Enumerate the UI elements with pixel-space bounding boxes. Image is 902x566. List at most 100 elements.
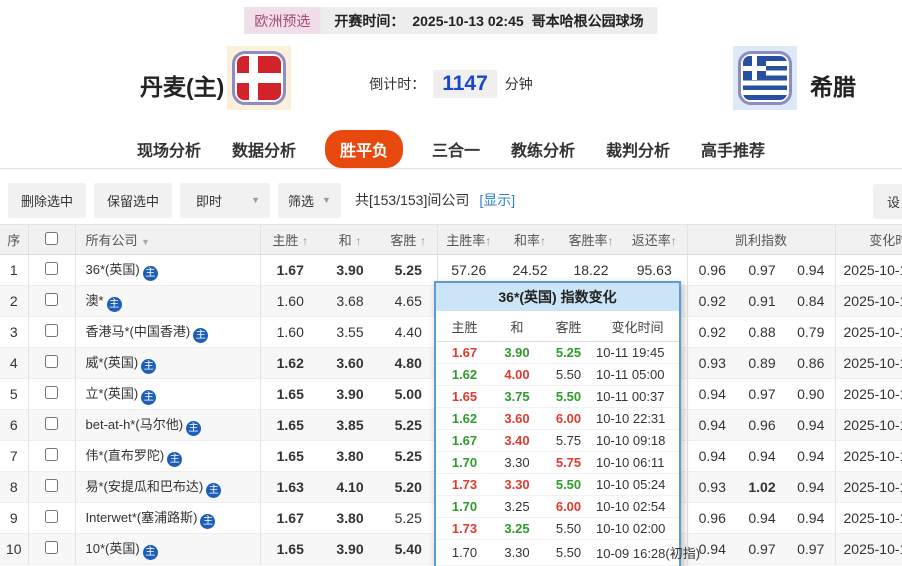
- popup-row: 1.70 3.30 5.50 10-09 16:28(初指): [436, 539, 700, 566]
- popup-row: 1.65 3.75 5.50 10-11 00:37: [436, 385, 679, 408]
- row-seq: 6: [0, 409, 29, 441]
- home-badge-icon: 主: [141, 359, 157, 374]
- header-draw[interactable]: 和 ↑: [320, 224, 380, 255]
- tab-6[interactable]: 高手推荐: [699, 130, 767, 168]
- show-link[interactable]: [显示]: [479, 190, 515, 210]
- tab-2-active[interactable]: 胜平负: [324, 129, 403, 168]
- odds-home: 1.67: [260, 502, 320, 534]
- odds-home: 1.60: [260, 316, 320, 348]
- company-name[interactable]: 伟*(直布罗陀) 主: [75, 440, 261, 472]
- header-company[interactable]: 所有公司 ▼: [75, 224, 261, 255]
- countdown-label: 倒计时：: [369, 76, 426, 92]
- change-date: 2025-10-11: [835, 254, 902, 286]
- company-name[interactable]: 36*(英国) 主: [75, 254, 261, 286]
- tab-1[interactable]: 数据分析: [230, 130, 298, 168]
- odds-home: 1.67: [260, 254, 320, 286]
- header-return-rate[interactable]: 返还率↑: [622, 224, 688, 255]
- filter-dropdown[interactable]: 筛选 ▼: [278, 182, 341, 218]
- row-checkbox[interactable]: [45, 355, 58, 368]
- league-badge: 欧洲预选: [244, 7, 321, 34]
- row-checkbox-cell: [28, 254, 76, 286]
- home-team-name: 丹麦(主): [140, 74, 225, 100]
- row-checkbox[interactable]: [45, 262, 58, 275]
- kelly-3: 0.86: [787, 347, 836, 379]
- company-name[interactable]: 澳* 主: [75, 285, 261, 317]
- header-home-rate[interactable]: 主胜率↑: [437, 224, 500, 255]
- tab-0[interactable]: 现场分析: [135, 130, 203, 168]
- row-checkbox[interactable]: [45, 293, 58, 306]
- company-name[interactable]: 立*(英国) 主: [75, 378, 261, 410]
- select-all-checkbox[interactable]: [45, 231, 58, 245]
- kelly-3: 0.90: [787, 378, 836, 410]
- kelly-3: 0.94: [787, 471, 836, 503]
- header-home-win[interactable]: 主胜 ↑: [260, 224, 320, 255]
- settings-button[interactable]: 设: [873, 184, 902, 219]
- company-label: 威*(英国): [85, 355, 139, 370]
- change-date: 2025-10-12: [835, 502, 902, 534]
- change-date: 2025-10-12: [835, 471, 902, 503]
- popup-odds-home: 1.65: [436, 385, 493, 408]
- row-checkbox[interactable]: [45, 386, 58, 399]
- company-label: 伟*(直布罗陀): [85, 448, 165, 463]
- row-checkbox[interactable]: [45, 324, 58, 337]
- row-checkbox-cell: [28, 409, 76, 441]
- header-draw-rate[interactable]: 和率↑: [500, 224, 560, 255]
- company-name[interactable]: Interwet*(塞浦路斯) 主: [75, 502, 261, 534]
- popup-header-draw: 和: [493, 311, 541, 342]
- odds-away: 4.65: [380, 285, 438, 317]
- odds-change-popup: 36*(英国) 指数变化 主胜 和 客胜 变化时间 1.67 3.90 5.25 10…: [434, 281, 700, 566]
- company-name[interactable]: 威*(英国) 主: [75, 347, 261, 379]
- company-label: 36*(英国): [85, 262, 140, 277]
- row-checkbox[interactable]: [45, 448, 58, 461]
- popup-header-home: 主胜: [436, 311, 493, 342]
- tab-3[interactable]: 三合一: [430, 130, 482, 168]
- keep-selected-button[interactable]: 保留选中: [94, 182, 173, 218]
- odds-home: 1.65: [260, 533, 320, 565]
- delete-selected-button[interactable]: 删除选中: [8, 182, 87, 218]
- odds-home: 1.65: [260, 378, 320, 410]
- row-checkbox[interactable]: [45, 479, 58, 492]
- away-team-name: 希腊: [810, 74, 856, 100]
- popup-change-time: 10-09 16:28(初指): [596, 539, 700, 566]
- odds-draw: 4.10: [320, 471, 380, 503]
- popup-row: 1.70 3.25 6.00 10-10 02:54: [436, 495, 679, 518]
- sort-asc-icon: ↑: [355, 234, 362, 248]
- popup-change-time: 10-11 05:00: [596, 363, 679, 386]
- popup-odds-home: 1.70: [436, 495, 493, 518]
- popup-header-time: 变化时间: [596, 311, 679, 342]
- row-checkbox-cell: [28, 471, 76, 503]
- kelly-2: 0.97: [737, 378, 787, 410]
- company-name[interactable]: 香港马*(中国香港) 主: [75, 316, 261, 348]
- popup-odds-home: 1.73: [436, 517, 493, 540]
- row-checkbox[interactable]: [45, 417, 58, 430]
- popup-odds-draw: 3.30: [493, 539, 541, 566]
- popup-odds-home: 1.62: [436, 407, 493, 430]
- row-checkbox[interactable]: [45, 510, 58, 523]
- popup-change-time: 10-10 02:00: [596, 517, 679, 540]
- popup-odds-away: 5.25: [541, 341, 596, 364]
- company-name[interactable]: 10*(英国) 主: [75, 533, 261, 565]
- company-name[interactable]: bet-at-h*(马尔他) 主: [75, 409, 261, 441]
- header-kelly: 凯利指数: [687, 224, 836, 255]
- kelly-2: 0.89: [737, 347, 787, 379]
- live-dropdown[interactable]: 即时 ▼: [180, 182, 271, 218]
- header-away-win[interactable]: 客胜 ↑: [380, 224, 438, 255]
- company-name[interactable]: 易*(安提瓜和巴布达) 主: [75, 471, 261, 503]
- row-seq: 10: [0, 533, 29, 565]
- odds-draw: 3.90: [320, 533, 380, 565]
- row-checkbox[interactable]: [45, 541, 58, 554]
- odds-draw: 3.60: [320, 347, 380, 379]
- odds-draw: 3.68: [320, 285, 380, 317]
- tab-5[interactable]: 裁判分析: [604, 130, 672, 168]
- sort-asc-icon: ↑: [670, 234, 677, 248]
- odds-home: 1.65: [260, 440, 320, 472]
- tab-4[interactable]: 教练分析: [509, 130, 577, 168]
- match-info-bar: 欧洲预选 开赛时间： 2025-10-13 02:45 哥本哈根公园球场: [244, 7, 658, 34]
- kelly-2: 1.02: [737, 471, 787, 503]
- row-seq: 7: [0, 440, 29, 472]
- change-date: 2025-10-11: [835, 316, 902, 348]
- header-away-rate[interactable]: 客胜率↑: [560, 224, 622, 255]
- row-seq: 9: [0, 502, 29, 534]
- popup-odds-home: 1.70: [436, 451, 493, 474]
- popup-change-time: 10-10 06:11: [596, 451, 679, 474]
